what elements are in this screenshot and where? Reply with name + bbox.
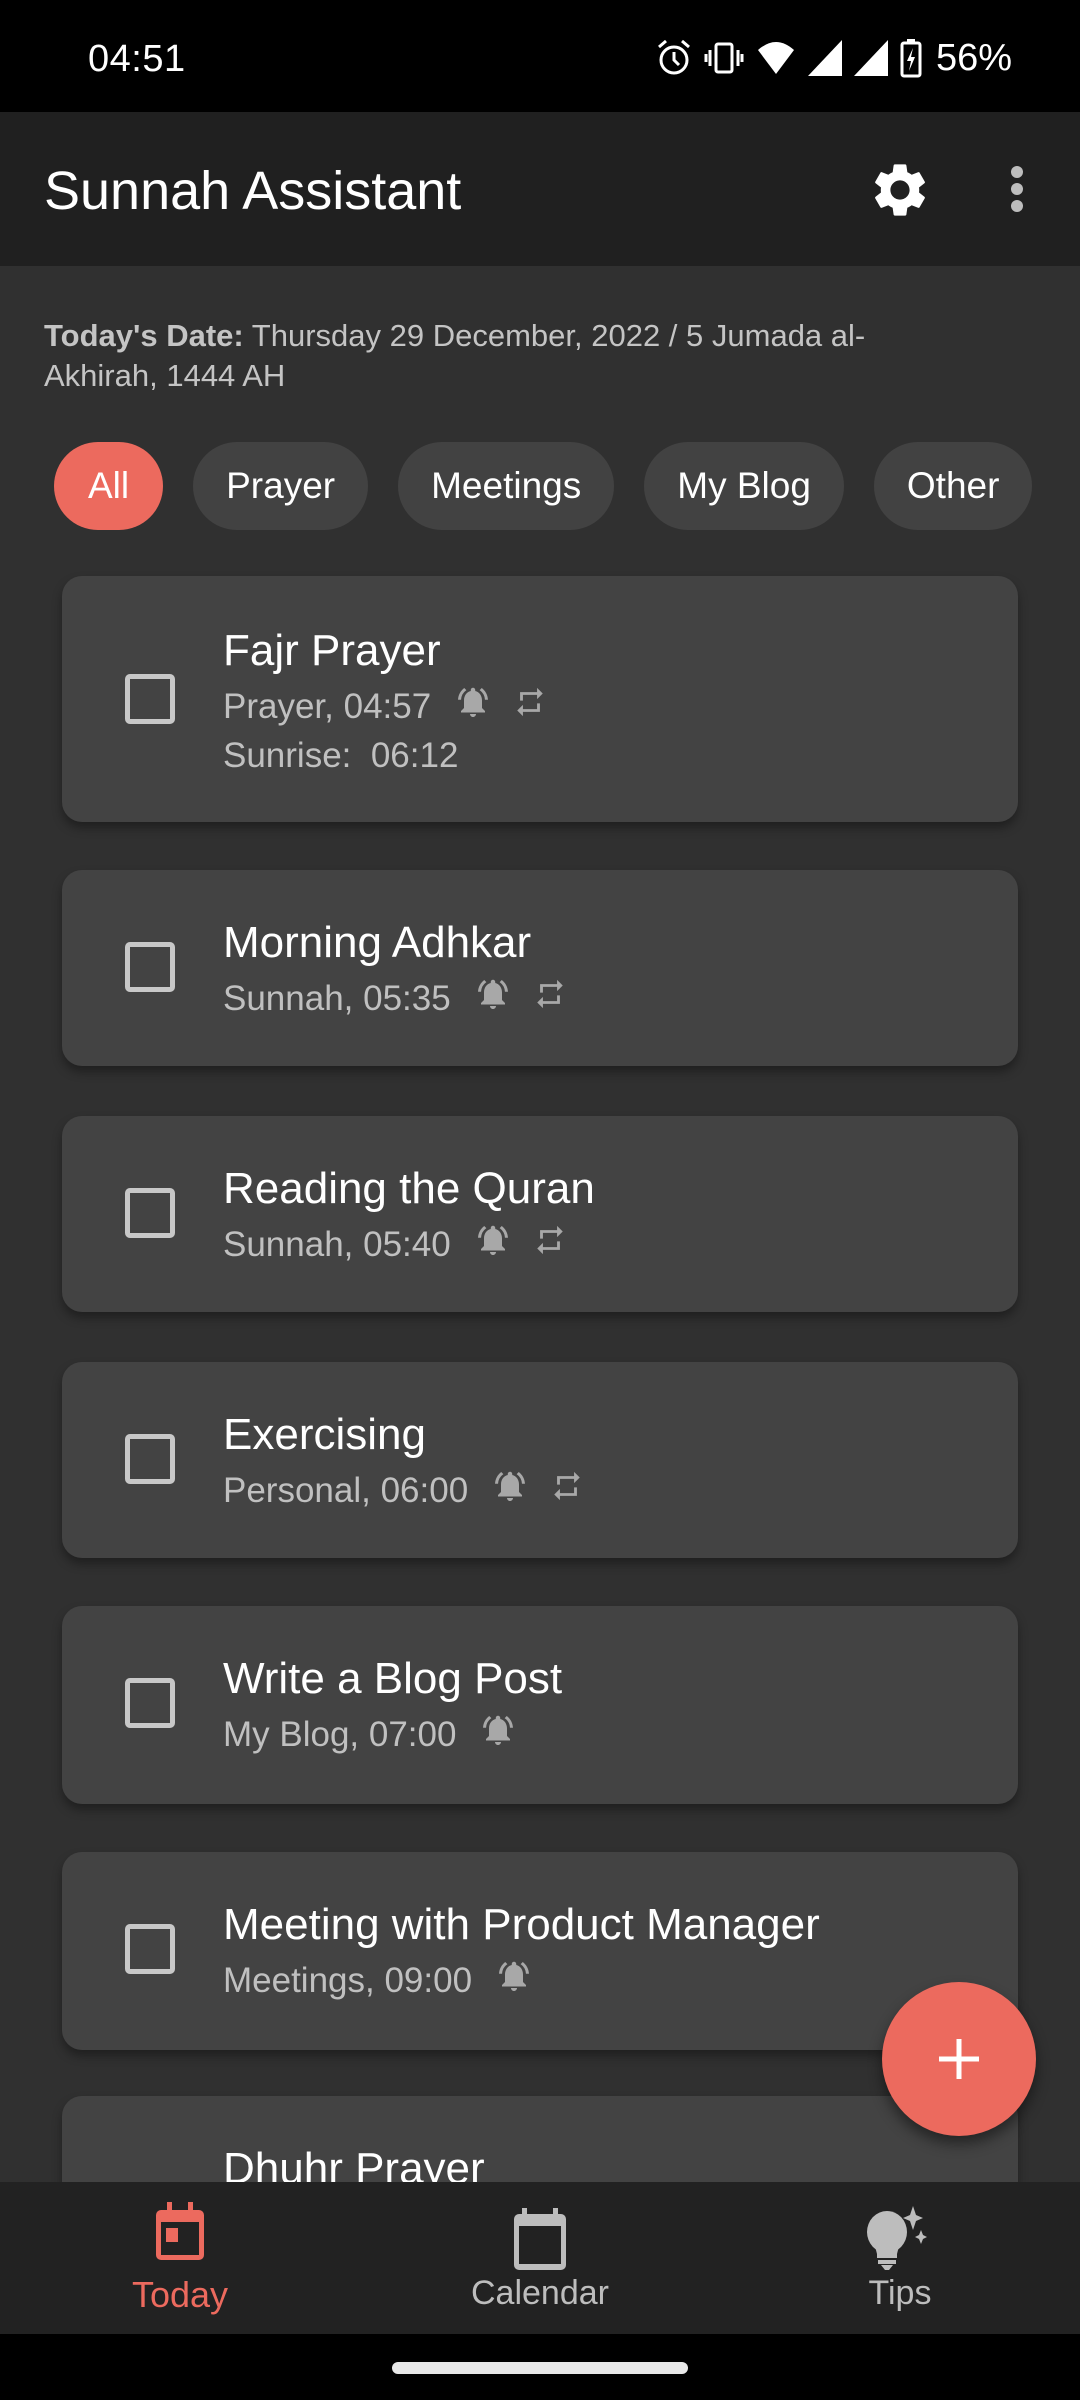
nav-label: Today	[131, 2274, 229, 2315]
task-checkbox[interactable]	[125, 1924, 175, 1974]
signal-icon	[807, 40, 842, 76]
reminder-bell-icon	[475, 976, 511, 1021]
home-gesture-bar[interactable]	[392, 2362, 688, 2374]
task-checkbox[interactable]	[125, 1188, 175, 1238]
reminder-bell-icon	[492, 1468, 528, 1513]
reminder-bell-icon	[475, 1222, 511, 1267]
repeat-icon	[533, 977, 567, 1020]
repeat-icon	[533, 1223, 567, 1266]
nav-label: Calendar	[471, 2274, 609, 2312]
task-subtitle: Meetings, 09:00	[223, 1960, 473, 2000]
battery-charging-icon	[900, 38, 922, 78]
status-bar: 04:51 56%	[0, 0, 1080, 112]
tips-lightbulb-icon	[865, 2206, 935, 2277]
plus-icon	[939, 2039, 979, 2079]
chip-all[interactable]: All	[54, 442, 164, 530]
task-card[interactable]: Exercising Personal, 06:00	[62, 1362, 1018, 1558]
sunrise-time: Sunrise: 06:12	[223, 736, 459, 775]
chip-my-blog[interactable]: My Blog	[644, 442, 844, 530]
reminder-bell-icon	[455, 684, 491, 729]
task-card[interactable]: Dhuhr Prayer	[62, 2096, 1018, 2182]
wifi-icon	[756, 38, 796, 78]
task-card[interactable]: Morning Adhkar Sunnah, 05:35	[62, 870, 1018, 1066]
task-subtitle: Sunnah, 05:40	[223, 1224, 451, 1264]
status-icons: 56%	[656, 36, 1012, 80]
task-title: Morning Adhkar	[223, 918, 532, 967]
task-subtitle: Personal, 06:00	[223, 1470, 469, 1510]
battery-percent: 56%	[935, 36, 1012, 79]
task-card[interactable]: Reading the Quran Sunnah, 05:40	[62, 1116, 1018, 1312]
repeat-icon	[550, 1469, 584, 1512]
task-subtitle: Sunnah, 05:35	[223, 978, 451, 1018]
task-checkbox[interactable]	[125, 942, 175, 992]
add-task-button[interactable]	[882, 1982, 1036, 2136]
today-icon	[153, 2202, 207, 2267]
todays-date: Today's Date: Thursday 29 December, 2022…	[44, 316, 944, 396]
task-subtitle: My Blog, 07:00	[223, 1714, 457, 1754]
chip-prayer[interactable]: Prayer	[193, 442, 369, 530]
task-subtitle-row: Sunnah, 05:40	[223, 1222, 567, 1267]
task-checkbox[interactable]	[125, 1678, 175, 1728]
reminder-bell-icon	[496, 1958, 532, 2003]
task-subtitle: Prayer, 04:57	[223, 686, 432, 726]
nav-today[interactable]: Today	[0, 2182, 360, 2334]
task-card[interactable]: Meeting with Product Manager Meetings, 0…	[62, 1852, 1018, 2050]
category-filter-chips[interactable]: All Prayer Meetings My Blog Other	[54, 442, 1038, 532]
alarm-icon	[656, 38, 692, 78]
task-card[interactable]: Write a Blog Post My Blog, 07:00	[62, 1606, 1018, 1804]
task-title: Exercising	[223, 1410, 426, 1459]
chip-meetings[interactable]: Meetings	[398, 442, 615, 530]
task-checkbox[interactable]	[125, 1434, 175, 1484]
task-subtitle-row: My Blog, 07:00	[223, 1712, 516, 1757]
nav-tips[interactable]: Tips	[720, 2182, 1080, 2334]
bottom-navigation: Today Calendar Tips	[0, 2182, 1080, 2334]
task-title: Meeting with Product Manager	[223, 1900, 820, 1949]
task-subtitle-row: Prayer, 04:57	[223, 684, 547, 729]
today-content[interactable]: Today's Date: Thursday 29 December, 2022…	[0, 266, 1080, 2182]
date-label: Today's Date:	[44, 318, 244, 353]
nav-calendar[interactable]: Calendar	[360, 2182, 720, 2334]
task-subtitle-row: Meetings, 09:00	[223, 1958, 532, 2003]
reminder-bell-icon	[480, 1712, 516, 1757]
settings-button[interactable]	[868, 158, 932, 222]
status-time: 04:51	[88, 38, 186, 80]
more-options-button[interactable]	[1002, 162, 1032, 222]
nav-label: Tips	[868, 2274, 932, 2312]
task-subtitle-row: Sunnah, 05:35	[223, 976, 567, 1021]
gear-icon	[875, 164, 925, 216]
task-title: Fajr Prayer	[223, 626, 441, 675]
task-title: Dhuhr Prayer	[223, 2144, 485, 2182]
chip-other[interactable]: Other	[873, 442, 1033, 530]
app-title: Sunnah Assistant	[44, 161, 462, 221]
calendar-icon	[512, 2208, 568, 2275]
task-title: Reading the Quran	[223, 1164, 595, 1213]
vibrate-icon	[704, 38, 744, 78]
task-title: Write a Blog Post	[223, 1654, 563, 1703]
repeat-icon	[513, 685, 547, 728]
task-subtitle-row: Personal, 06:00	[223, 1468, 584, 1513]
signal-icon	[853, 40, 888, 76]
more-vert-icon	[1011, 166, 1023, 212]
task-checkbox[interactable]	[125, 674, 175, 724]
task-card[interactable]: Fajr Prayer Prayer, 04:57 Sunrise: 06:12	[62, 576, 1018, 822]
